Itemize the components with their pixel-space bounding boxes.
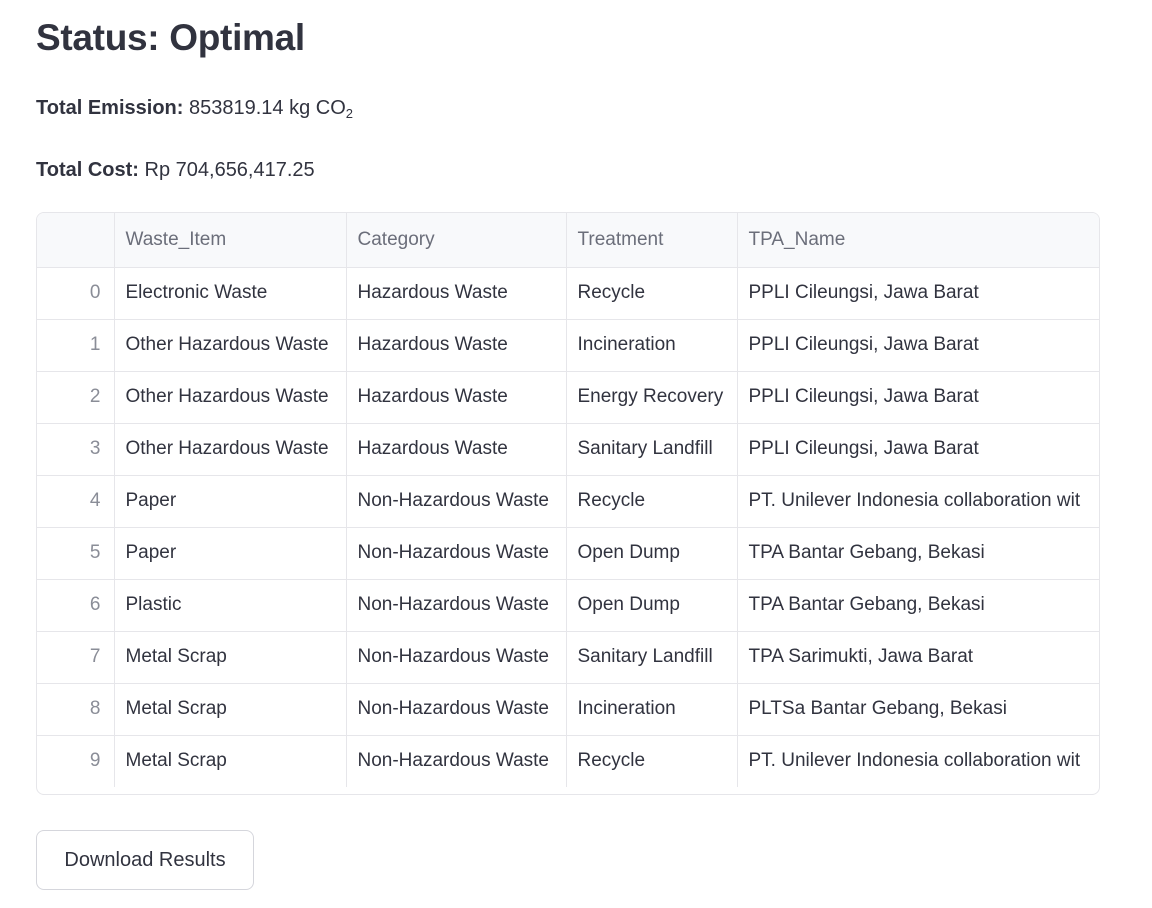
download-results-button[interactable]: Download Results bbox=[36, 830, 254, 890]
tpa-name-cell[interactable]: PPLI Cileungsi, Jawa Barat bbox=[737, 319, 1099, 372]
treatment-cell[interactable]: Open Dump bbox=[566, 579, 738, 632]
row-index-cell[interactable]: 6 bbox=[37, 579, 115, 632]
treatment-cell[interactable]: Incineration bbox=[566, 319, 738, 372]
category-cell[interactable]: Hazardous Waste bbox=[346, 319, 567, 372]
row-index-cell[interactable]: 3 bbox=[37, 423, 115, 476]
category-cell[interactable]: Hazardous Waste bbox=[346, 267, 567, 320]
treatment-cell[interactable]: Recycle bbox=[566, 735, 738, 787]
row-index-cell[interactable]: 4 bbox=[37, 475, 115, 528]
table-row: 8 Metal Scrap Non-Hazardous Waste Incinerat… bbox=[37, 683, 1099, 736]
waste-item-cell[interactable]: Paper bbox=[114, 475, 347, 528]
treatment-cell[interactable]: Recycle bbox=[566, 267, 738, 320]
tpa-name-cell[interactable]: TPA Bantar Gebang, Bekasi bbox=[737, 527, 1099, 580]
waste-item-cell[interactable]: Other Hazardous Waste bbox=[114, 423, 347, 476]
waste-item-cell[interactable]: Metal Scrap bbox=[114, 683, 347, 736]
table-row: 2 Other Hazardous Waste Hazardous Waste Ene… bbox=[37, 371, 1099, 424]
category-cell[interactable]: Non-Hazardous Waste bbox=[346, 527, 567, 580]
category-cell[interactable]: Non-Hazardous Waste bbox=[346, 631, 567, 684]
waste-item-cell[interactable]: Electronic Waste bbox=[114, 267, 347, 320]
total-emission-label: Total Emission: bbox=[36, 97, 184, 119]
table-row: 5 Paper Non-Hazardous Waste Open Dump TPA Ba… bbox=[37, 527, 1099, 580]
tpa-name-cell[interactable]: PPLI Cileungsi, Jawa Barat bbox=[737, 371, 1099, 424]
category-cell[interactable]: Non-Hazardous Waste bbox=[346, 579, 567, 632]
row-index-cell[interactable]: 8 bbox=[37, 683, 115, 736]
co2-subscript: 2 bbox=[345, 106, 353, 121]
tpa-name-cell[interactable]: TPA Sarimukti, Jawa Barat bbox=[737, 631, 1099, 684]
results-page: Status: Optimal Total Emission: 853819.1… bbox=[0, 0, 1152, 908]
tpa-name-cell[interactable]: TPA Bantar Gebang, Bekasi bbox=[737, 579, 1099, 632]
tpa-name-cell[interactable]: PPLI Cileungsi, Jawa Barat bbox=[737, 423, 1099, 476]
treatment-cell[interactable]: Energy Recovery bbox=[566, 371, 738, 424]
treatment-cell[interactable]: Recycle bbox=[566, 475, 738, 528]
treatment-cell[interactable]: Open Dump bbox=[566, 527, 738, 580]
category-cell[interactable]: Non-Hazardous Waste bbox=[346, 735, 567, 787]
waste-item-cell[interactable]: Metal Scrap bbox=[114, 631, 347, 684]
tpa-name-cell[interactable]: PPLI Cileungsi, Jawa Barat bbox=[737, 267, 1099, 320]
category-cell[interactable]: Non-Hazardous Waste bbox=[346, 475, 567, 528]
table-body: 0 Electronic Waste Hazardous Waste Recycle P… bbox=[37, 267, 1099, 787]
tpa-name-cell[interactable]: PT. Unilever Indonesia collaboration wit bbox=[737, 475, 1099, 528]
waste-item-cell[interactable]: Paper bbox=[114, 527, 347, 580]
total-emission-value: 853819.14 kg CO bbox=[188, 97, 346, 119]
tpa-name-cell[interactable]: PT. Unilever Indonesia collaboration wit bbox=[737, 735, 1099, 787]
table-row: 1 Other Hazardous Waste Hazardous Waste Inc… bbox=[37, 319, 1099, 372]
table-row: 9 Metal Scrap Non-Hazardous Waste Recycle PT… bbox=[37, 735, 1099, 787]
table-row: 7 Metal Scrap Non-Hazardous Waste Sanitary … bbox=[37, 631, 1099, 684]
total-cost-value: Rp 704,656,417.25 bbox=[144, 159, 315, 181]
column-header-category[interactable]: Category bbox=[346, 213, 567, 268]
results-dataframe: Waste_Item Category Treatment TPA_Name 0… bbox=[37, 213, 1099, 787]
row-index-cell[interactable]: 2 bbox=[37, 371, 115, 424]
total-cost-label: Total Cost: bbox=[36, 159, 139, 181]
table-row: 4 Paper Non-Hazardous Waste Recycle PT. Unil… bbox=[37, 475, 1099, 528]
column-header-waste-item[interactable]: Waste_Item bbox=[114, 213, 347, 268]
waste-item-cell[interactable]: Metal Scrap bbox=[114, 735, 347, 787]
waste-item-cell[interactable]: Plastic bbox=[114, 579, 347, 632]
category-cell[interactable]: Non-Hazardous Waste bbox=[346, 683, 567, 736]
table-row: 0 Electronic Waste Hazardous Waste Recycle P… bbox=[37, 267, 1099, 320]
column-header-treatment[interactable]: Treatment bbox=[566, 213, 738, 268]
treatment-cell[interactable]: Sanitary Landfill bbox=[566, 631, 738, 684]
row-index-cell[interactable]: 7 bbox=[37, 631, 115, 684]
treatment-cell[interactable]: Sanitary Landfill bbox=[566, 423, 738, 476]
waste-item-cell[interactable]: Other Hazardous Waste bbox=[114, 319, 347, 372]
row-index-cell[interactable]: 5 bbox=[37, 527, 115, 580]
column-header-tpa-name[interactable]: TPA_Name bbox=[737, 213, 1099, 268]
table-row: 3 Other Hazardous Waste Hazardous Waste San… bbox=[37, 423, 1099, 476]
row-index-cell[interactable]: 9 bbox=[37, 735, 115, 787]
category-cell[interactable]: Hazardous Waste bbox=[346, 423, 567, 476]
row-index-cell[interactable]: 0 bbox=[37, 267, 115, 320]
row-index-cell[interactable]: 1 bbox=[37, 319, 115, 372]
tpa-name-cell[interactable]: PLTSa Bantar Gebang, Bekasi bbox=[737, 683, 1099, 736]
treatment-cell[interactable]: Incineration bbox=[566, 683, 738, 736]
status-title: Status: Optimal bbox=[36, 17, 305, 58]
total-cost: Total Cost: Rp 704,656,417.25 bbox=[36, 157, 315, 183]
waste-item-cell[interactable]: Other Hazardous Waste bbox=[114, 371, 347, 424]
total-emission: Total Emission: 853819.14 kg CO2 bbox=[36, 95, 353, 121]
column-header-index[interactable] bbox=[37, 213, 115, 268]
table-row: 6 Plastic Non-Hazardous Waste Open Dump TPA … bbox=[37, 579, 1099, 632]
results-table[interactable]: Waste_Item Category Treatment TPA_Name 0… bbox=[36, 212, 1100, 795]
table-header-row: Waste_Item Category Treatment TPA_Name bbox=[37, 213, 1099, 268]
category-cell[interactable]: Hazardous Waste bbox=[346, 371, 567, 424]
